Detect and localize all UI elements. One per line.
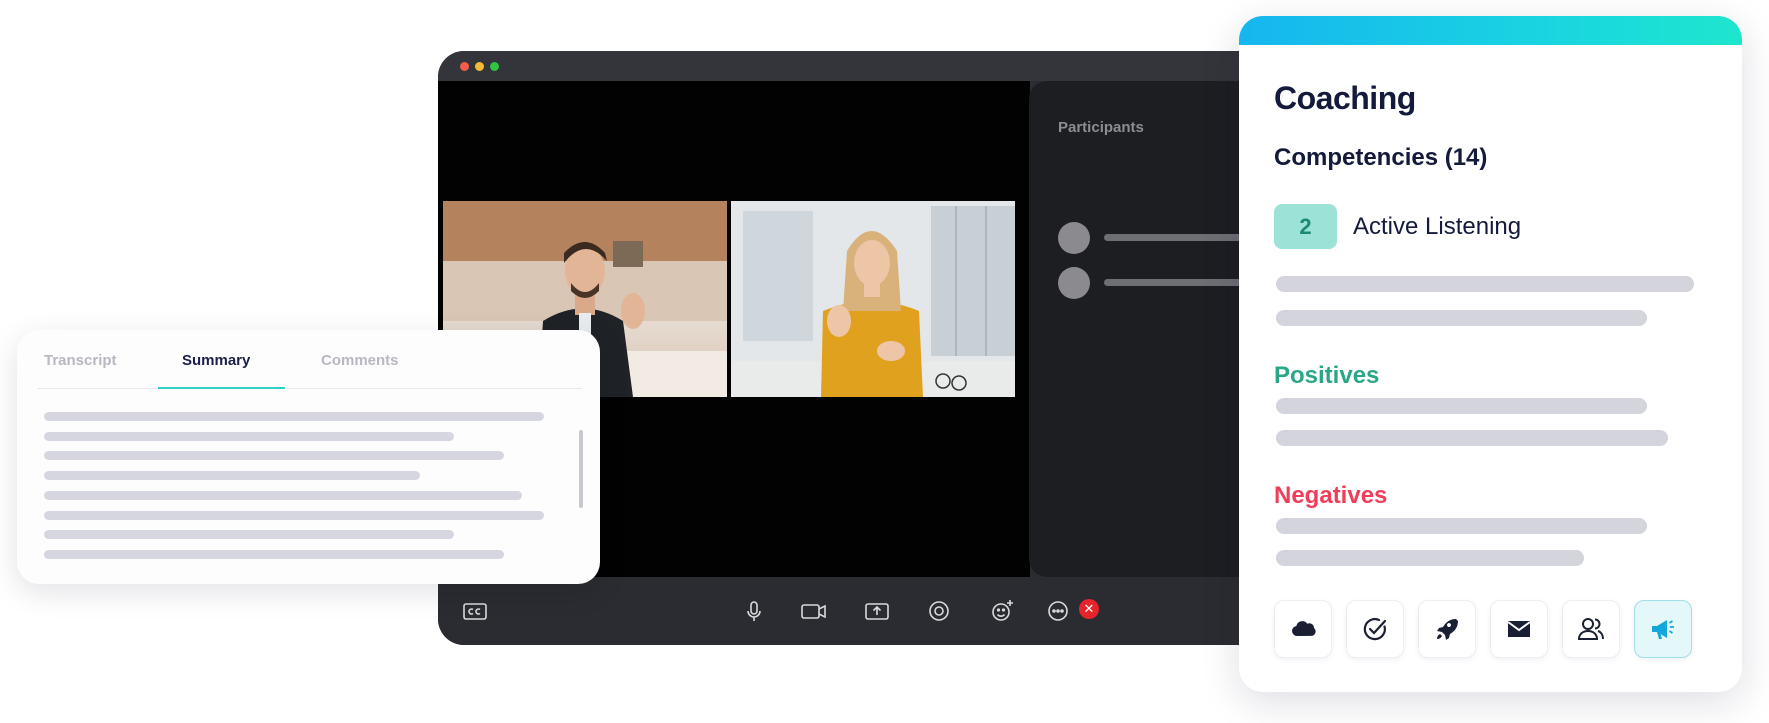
summary-text-line (44, 451, 504, 460)
participant-row[interactable] (1058, 267, 1268, 299)
window-maximize-dot[interactable] (490, 62, 499, 71)
closed-captions-icon[interactable] (461, 597, 489, 625)
active-tab-indicator (158, 387, 285, 389)
positive-text-line (1276, 398, 1647, 414)
salesforce-cloud-icon[interactable] (1274, 600, 1332, 658)
positives-title: Positives (1274, 362, 1380, 389)
tab-comments[interactable]: Comments (321, 352, 399, 369)
microphone-icon[interactable] (740, 597, 768, 625)
competency-text-line (1276, 276, 1694, 292)
summary-text-line (44, 432, 454, 441)
participants-title: Participants (1058, 119, 1144, 136)
summary-scrollbar[interactable] (579, 430, 583, 508)
negatives-title: Negatives (1274, 482, 1388, 509)
camera-icon[interactable] (800, 597, 828, 625)
coaching-title: Coaching (1274, 80, 1416, 116)
summary-text-line (44, 471, 420, 480)
summary-text-line (44, 491, 522, 500)
competency-name[interactable]: Active Listening (1353, 213, 1521, 241)
megaphone-icon[interactable] (1634, 600, 1692, 658)
mail-icon[interactable] (1490, 600, 1548, 658)
window-close-dot[interactable] (460, 62, 469, 71)
participant-row[interactable] (1058, 222, 1268, 254)
share-screen-icon[interactable] (863, 597, 891, 625)
summary-text-line (44, 412, 544, 421)
tab-summary[interactable]: Summary (182, 352, 250, 369)
end-call-icon[interactable]: ✕ (1079, 599, 1099, 619)
window-minimize-dot[interactable] (475, 62, 484, 71)
competencies-title: Competencies (14) (1274, 144, 1488, 171)
negative-text-line (1276, 550, 1584, 566)
window-titlebar (438, 51, 1268, 81)
participant-avatar (1058, 267, 1090, 299)
participants-panel: Participants (1029, 81, 1268, 577)
competency-text-line (1276, 310, 1647, 326)
add-reaction-icon[interactable] (988, 597, 1016, 625)
transcript-card: Transcript Summary Comments (17, 330, 600, 584)
competency-score-badge: 2 (1274, 204, 1337, 249)
participant-avatar (1058, 222, 1090, 254)
summary-text-line (44, 511, 544, 520)
positive-text-line (1276, 430, 1668, 446)
negative-text-line (1276, 518, 1647, 534)
record-icon[interactable] (925, 597, 953, 625)
users-icon[interactable] (1562, 600, 1620, 658)
call-toolbar: ✕ (438, 577, 1268, 645)
more-icon[interactable] (1044, 597, 1072, 625)
video-tile-woman[interactable] (731, 201, 1015, 397)
coaching-header-gradient (1239, 16, 1742, 45)
tab-transcript[interactable]: Transcript (44, 352, 117, 369)
summary-text-line (44, 550, 504, 559)
rocket-icon[interactable] (1418, 600, 1476, 658)
summary-text-line (44, 530, 454, 539)
coaching-card: Coaching Competencies (14) 2 Active List… (1239, 16, 1742, 692)
check-circle-icon[interactable] (1346, 600, 1404, 658)
tab-divider (37, 388, 582, 389)
